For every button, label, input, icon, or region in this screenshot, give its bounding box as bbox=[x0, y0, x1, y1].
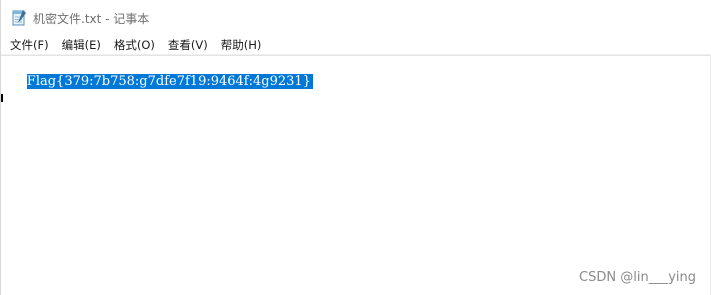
selected-text[interactable]: Flag{379:7b758:g7dfe7f19:9464f:4g9231} bbox=[26, 74, 313, 89]
editor-line[interactable]: Flag{379:7b758:g7dfe7f19:9464f:4g9231} bbox=[2, 58, 313, 106]
text-editor-area[interactable]: Flag{379:7b758:g7dfe7f19:9464f:4g9231} bbox=[1, 55, 711, 295]
watermark: CSDN @lin___ying bbox=[579, 270, 696, 285]
menu-bar: 文件(F) 编辑(E) 格式(O) 查看(V) 帮助(H) bbox=[1, 36, 711, 55]
menu-edit[interactable]: 编辑(E) bbox=[57, 37, 106, 53]
notepad-icon bbox=[11, 9, 27, 27]
menu-format[interactable]: 格式(O) bbox=[109, 37, 160, 53]
text-caret bbox=[1, 94, 3, 102]
menu-help[interactable]: 帮助(H) bbox=[216, 37, 267, 53]
menu-view[interactable]: 查看(V) bbox=[163, 37, 213, 53]
window-title: 机密文件.txt - 记事本 bbox=[33, 11, 150, 26]
notepad-window: 机密文件.txt - 记事本 文件(F) 编辑(E) 格式(O) 查看(V) 帮… bbox=[0, 0, 711, 295]
menu-file[interactable]: 文件(F) bbox=[5, 37, 54, 53]
title-bar[interactable]: 机密文件.txt - 记事本 bbox=[1, 0, 711, 36]
